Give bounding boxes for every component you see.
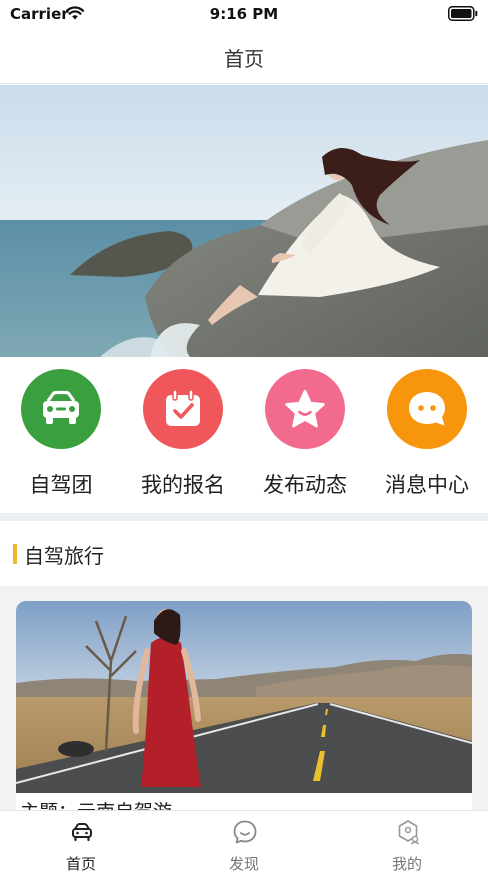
quick-menu: 自驾团 我的报名 发布动态 消息中心 <box>0 357 488 513</box>
tab-label: 发现 <box>228 855 259 873</box>
quick-menu-message-center[interactable]: 消息中心 <box>366 369 488 499</box>
banner-carousel[interactable] <box>0 85 488 357</box>
section-divider <box>0 513 488 521</box>
tab-profile[interactable]: 我的 <box>326 811 488 874</box>
calendar-check-icon <box>143 369 223 449</box>
user-badge-icon <box>398 820 420 845</box>
section-accent-bar <box>13 544 17 564</box>
quick-menu-label: 发布动态 <box>263 473 347 497</box>
nav-bar: 首页 <box>0 30 488 84</box>
tab-label: 首页 <box>65 855 96 873</box>
tab-label: 我的 <box>391 855 422 873</box>
section-title: 自驾旅行 <box>24 544 104 568</box>
section-header: 自驾旅行 <box>0 521 488 586</box>
page-title: 首页 <box>224 47 264 71</box>
car-icon <box>21 369 101 449</box>
quick-menu-label: 我的报名 <box>141 473 225 497</box>
car-icon <box>72 823 92 842</box>
quick-menu-drive-group[interactable]: 自驾团 <box>0 369 122 499</box>
tab-home[interactable]: 首页 <box>0 811 162 874</box>
trip-card[interactable]: 主题：云南自驾游 <box>16 601 472 821</box>
smile-bubble-icon <box>233 820 257 844</box>
clock: 9:16 PM <box>209 5 279 23</box>
status-bar: Carrier 9:16 PM <box>0 0 488 30</box>
quick-menu-my-registration[interactable]: 我的报名 <box>122 369 244 499</box>
quick-menu-post-update[interactable]: 发布动态 <box>244 369 366 499</box>
trip-card-image <box>16 601 472 793</box>
chat-bubble-icon <box>387 369 467 449</box>
banner-image <box>0 85 488 357</box>
quick-menu-label: 消息中心 <box>385 473 469 497</box>
battery-full-icon <box>448 6 478 21</box>
tab-bar: 首页 发现 我的 <box>0 810 488 874</box>
quick-menu-label: 自驾团 <box>29 473 93 497</box>
tab-discover[interactable]: 发现 <box>163 811 325 874</box>
star-icon <box>265 369 345 449</box>
